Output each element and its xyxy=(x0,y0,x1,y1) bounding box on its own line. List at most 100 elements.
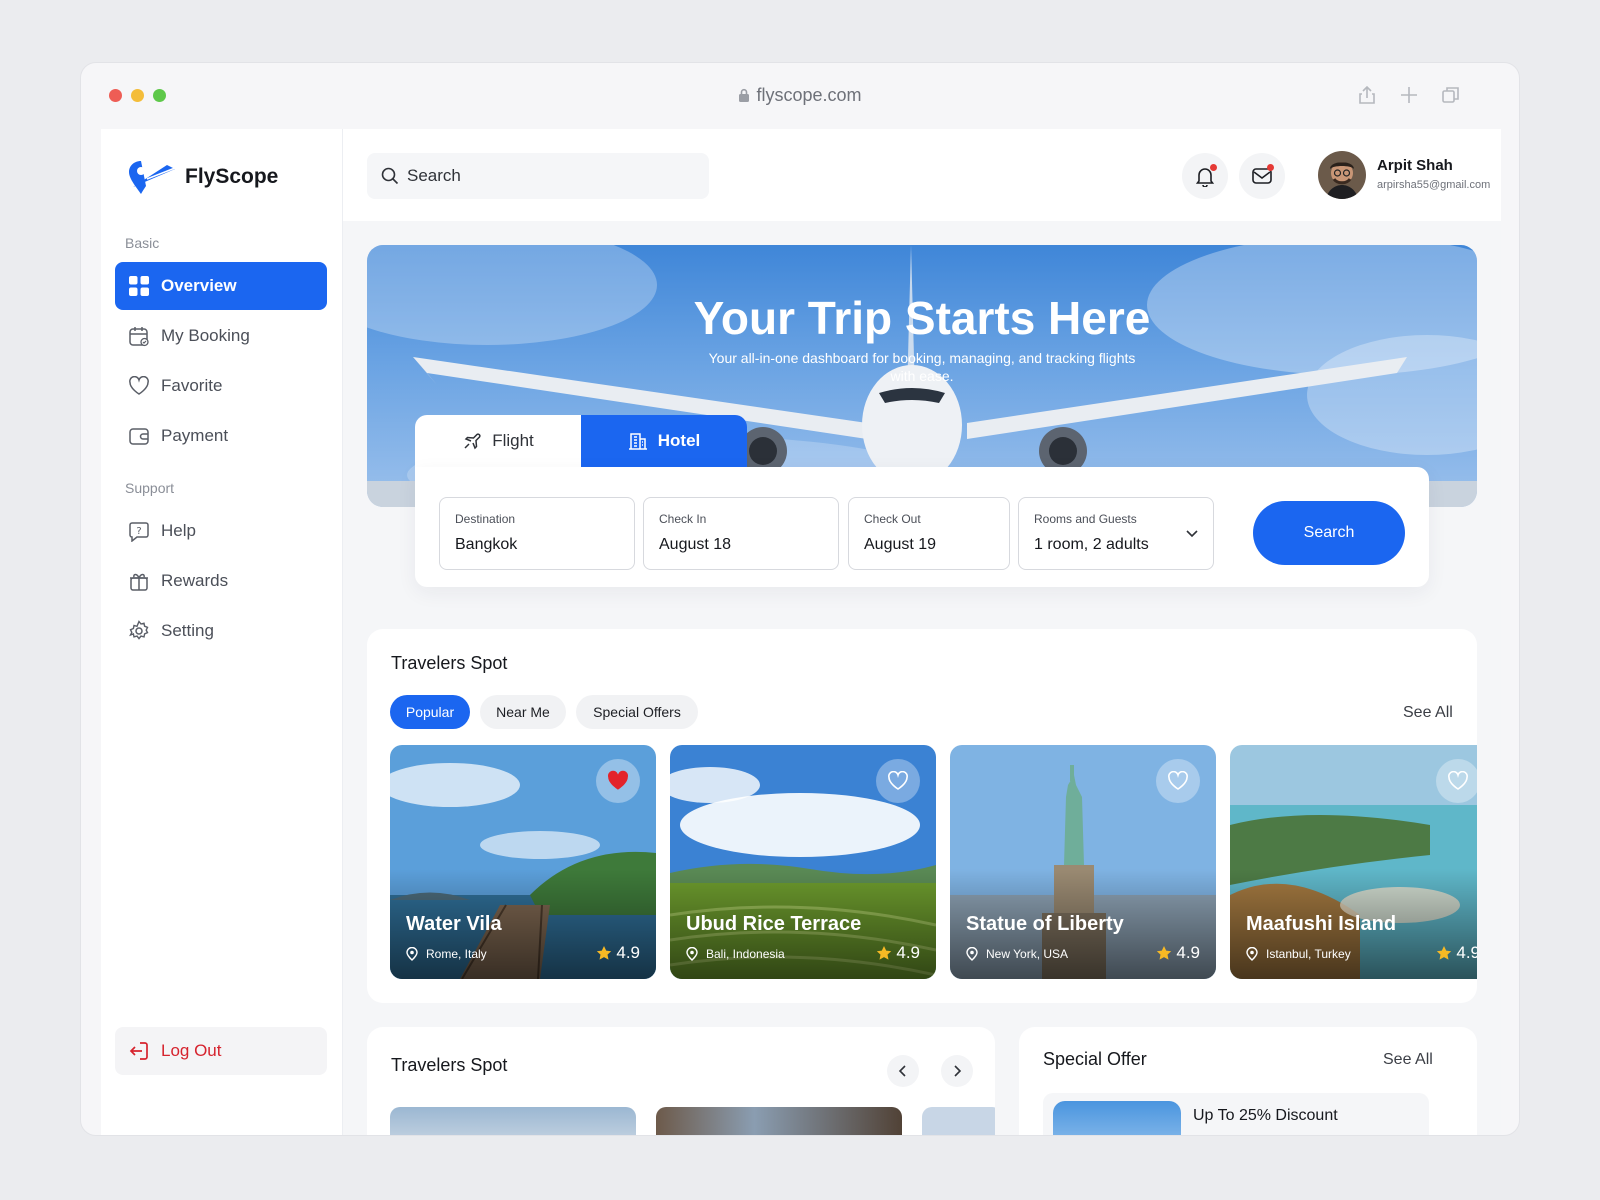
grid-icon xyxy=(129,276,149,296)
help-icon: ? xyxy=(129,522,149,542)
wallet-icon xyxy=(129,428,149,445)
messages-button[interactable] xyxy=(1239,153,1285,199)
booking-panel: Destination Bangkok Check In August 18 C… xyxy=(415,467,1429,587)
brand-logo[interactable]: FlyScope xyxy=(127,157,278,197)
sidebar: FlyScope Basic Overview My Booking Favor… xyxy=(101,129,343,1135)
travelers-spot-carousel-title: Travelers Spot xyxy=(391,1055,508,1075)
location-pin-icon xyxy=(406,947,418,961)
destination-card[interactable]: Statue of Liberty New York, USA 4.9 xyxy=(950,745,1216,979)
svg-text:?: ? xyxy=(136,526,141,537)
sidebar-item-my-booking[interactable]: My Booking xyxy=(115,312,327,360)
sidebar-item-label: My Booking xyxy=(161,326,250,345)
top-header: Search Arpit Shah arpirsha55@gmail.com xyxy=(343,129,1501,221)
favorite-toggle[interactable] xyxy=(1156,759,1200,803)
card-rating: 4.9 xyxy=(596,943,640,963)
tab-flight-label: Flight xyxy=(492,431,534,450)
card-rating-value: 4.9 xyxy=(616,943,640,962)
carousel-next-button[interactable] xyxy=(941,1055,973,1087)
card-location: Rome, Italy xyxy=(406,947,487,961)
address-bar[interactable]: flyscope.com xyxy=(81,85,1519,106)
url-text: flyscope.com xyxy=(756,85,862,105)
carousel-prev-button[interactable] xyxy=(887,1055,919,1087)
carousel-card-image[interactable] xyxy=(922,1107,995,1135)
special-offer-panel: Special Offer See All Up To 25% Discount xyxy=(1019,1027,1477,1135)
card-location-text: New York, USA xyxy=(986,947,1069,961)
favorite-toggle[interactable] xyxy=(1436,759,1477,803)
plane-icon xyxy=(464,433,481,450)
star-icon xyxy=(597,946,612,960)
favorite-toggle[interactable] xyxy=(596,759,640,803)
location-pin-icon xyxy=(686,947,698,961)
sidebar-item-favorite[interactable]: Favorite xyxy=(115,362,327,410)
calendar-icon xyxy=(129,327,149,347)
sidebar-item-rewards[interactable]: Rewards xyxy=(115,557,327,605)
logout-icon xyxy=(129,1042,148,1060)
tab-hotel-label: Hotel xyxy=(657,431,701,450)
brand-name: FlyScope xyxy=(185,165,279,188)
offer-text: Up To 25% Discount xyxy=(1193,1107,1338,1124)
search-icon xyxy=(381,167,399,185)
logout-button[interactable]: Log Out xyxy=(115,1027,327,1075)
card-title: Water Vila xyxy=(406,913,502,935)
card-location: New York, USA xyxy=(966,947,1068,961)
tab-hotel[interactable]: Hotel xyxy=(581,415,747,467)
special-offer-see-all-link[interactable]: See All xyxy=(1383,1051,1433,1069)
card-rating-value: 4.9 xyxy=(896,943,920,962)
section-label-basic: Basic xyxy=(125,235,160,251)
hero-title: Your Trip Starts Here xyxy=(693,292,1151,344)
sidebar-item-help[interactable]: ? Help xyxy=(115,507,327,555)
card-rating: 4.9 xyxy=(1436,943,1477,963)
card-title: Maafushi Island xyxy=(1246,913,1397,935)
card-rating-value: 4.9 xyxy=(1456,943,1477,962)
tabs-overview-icon[interactable] xyxy=(1441,85,1461,105)
sidebar-item-setting[interactable]: Setting xyxy=(115,607,327,655)
destination-value: Bangkok xyxy=(455,536,518,553)
special-offer-title: Special Offer xyxy=(1043,1049,1147,1069)
share-icon[interactable] xyxy=(1357,85,1377,105)
search-button[interactable]: Search xyxy=(1253,501,1405,565)
offer-card[interactable]: Up To 25% Discount xyxy=(1043,1093,1429,1135)
rooms-guests-select[interactable]: Rooms and Guests 1 room, 2 adults xyxy=(1018,497,1214,570)
sidebar-item-payment[interactable]: Payment xyxy=(115,412,327,460)
check-out-field[interactable]: Check Out August 19 xyxy=(848,497,1010,570)
card-title: Ubud Rice Terrace xyxy=(686,913,862,935)
notifications-button[interactable] xyxy=(1182,153,1228,199)
destination-card[interactable]: Ubud Rice Terrace Bali, Indonesia 4.9 xyxy=(670,745,936,979)
carousel-card-image[interactable] xyxy=(656,1107,902,1135)
card-location-text: Bali, Indonesia xyxy=(706,947,785,961)
card-rating-value: 4.9 xyxy=(1176,943,1200,962)
destination-card[interactable]: Water Vila Rome, Italy 4.9 xyxy=(390,745,656,979)
card-location: Bali, Indonesia xyxy=(686,947,785,961)
sidebar-item-label: Setting xyxy=(161,621,214,640)
search-input[interactable]: Search xyxy=(367,153,709,199)
building-icon xyxy=(628,433,647,450)
location-pin-icon xyxy=(966,947,978,961)
section-label-support: Support xyxy=(125,480,175,496)
notification-dot xyxy=(1210,164,1217,171)
heart-icon xyxy=(1448,771,1468,790)
destination-card[interactable]: Maafushi Island Istanbul, Turkey 4.9 xyxy=(1230,745,1477,979)
check-in-label: Check In xyxy=(659,512,707,526)
travelers-spot-carousel-panel: Travelers Spot xyxy=(367,1027,995,1135)
check-in-field[interactable]: Check In August 18 xyxy=(643,497,839,570)
card-rating: 4.9 xyxy=(876,943,920,963)
favorite-toggle[interactable] xyxy=(876,759,920,803)
card-location: Istanbul, Turkey xyxy=(1246,947,1351,961)
new-tab-icon[interactable] xyxy=(1399,85,1419,105)
sidebar-item-label: Favorite xyxy=(161,376,223,395)
user-name: Arpit Shah xyxy=(1377,157,1453,174)
chevron-down-icon xyxy=(1186,530,1198,538)
logout-label: Log Out xyxy=(161,1041,222,1060)
browser-titlebar: flyscope.com xyxy=(81,63,1519,129)
sidebar-item-overview[interactable]: Overview xyxy=(115,262,327,310)
sidebar-item-label: Help xyxy=(161,521,196,540)
heart-icon xyxy=(1168,771,1188,790)
tab-flight[interactable]: Flight xyxy=(415,415,581,467)
lock-icon xyxy=(739,88,750,102)
avatar[interactable] xyxy=(1318,151,1366,199)
carousel-card-image[interactable] xyxy=(390,1107,636,1135)
star-icon xyxy=(877,946,892,960)
destination-field[interactable]: Destination Bangkok xyxy=(439,497,635,570)
message-dot xyxy=(1267,164,1274,171)
cards-viewport: Water Vila Rome, Italy 4.9 Ubud Rice Ter… xyxy=(367,629,1477,1003)
